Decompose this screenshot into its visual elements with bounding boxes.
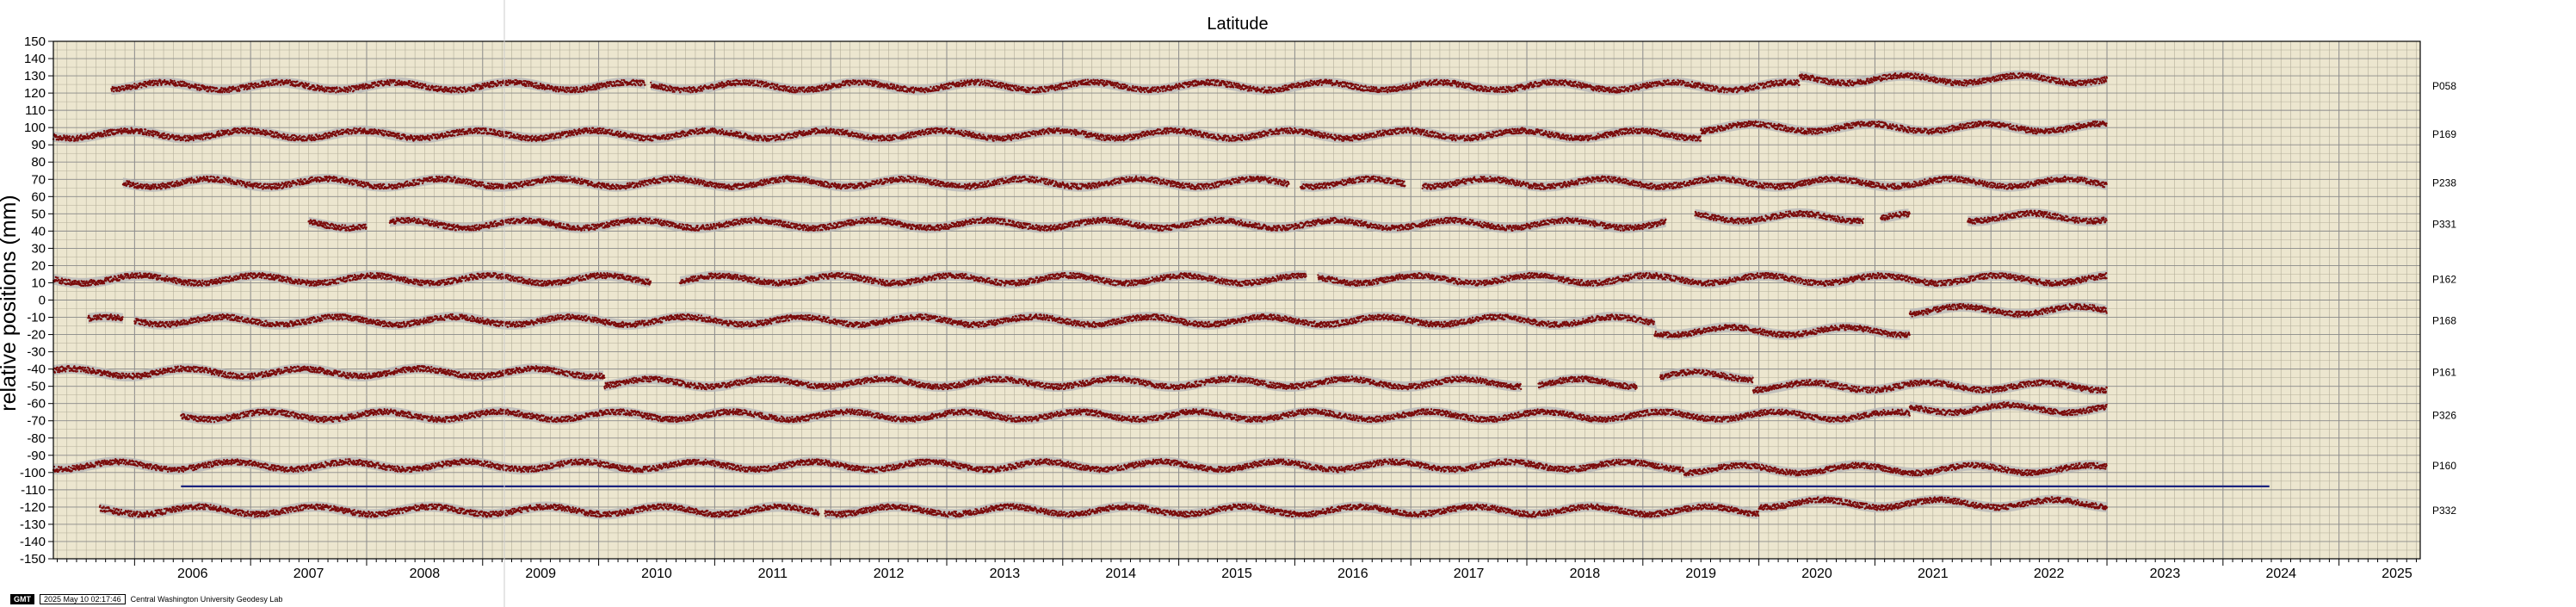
data-point <box>213 90 214 91</box>
data-point <box>308 83 310 84</box>
data-point <box>173 80 175 82</box>
data-point <box>176 84 178 86</box>
data-point <box>150 84 151 86</box>
data-point <box>196 89 198 90</box>
data-point <box>246 85 248 87</box>
data-point <box>289 79 291 81</box>
chart: -150-140-130-120-110-100-90-80-70-60-50-… <box>0 0 2576 607</box>
data-point <box>130 88 132 90</box>
grid-lines <box>53 41 2420 559</box>
data-point <box>394 79 396 81</box>
data-point <box>249 88 250 90</box>
data-point <box>238 90 240 91</box>
data-point <box>409 80 411 82</box>
data-point <box>390 82 392 84</box>
data-point <box>307 84 309 86</box>
data-point <box>224 91 225 93</box>
data-point <box>361 88 363 90</box>
data-point <box>344 90 346 92</box>
data-point <box>333 90 335 92</box>
data-point <box>159 79 161 81</box>
data-point <box>335 91 337 93</box>
data-point <box>398 79 400 81</box>
data-point <box>374 82 376 84</box>
data-point <box>281 79 283 81</box>
data-point <box>228 91 230 93</box>
data-point <box>380 80 382 82</box>
data-point <box>156 80 158 82</box>
data-point <box>209 88 211 90</box>
data-point <box>296 80 298 82</box>
data-point <box>355 89 357 90</box>
data-point <box>198 84 200 85</box>
data-point <box>347 91 349 93</box>
data-point <box>201 88 202 90</box>
data-point <box>350 88 352 90</box>
data-point <box>226 91 228 93</box>
data-point <box>364 88 366 90</box>
data-point <box>133 83 135 84</box>
data-point <box>424 84 426 85</box>
data-point <box>113 90 114 92</box>
data-point <box>120 87 121 89</box>
data-point <box>304 87 306 89</box>
data-point <box>237 85 238 87</box>
data-point <box>270 82 272 84</box>
data-point <box>167 80 169 82</box>
data-point <box>207 90 209 91</box>
data-point <box>378 84 380 86</box>
data-point <box>235 87 237 89</box>
data-point <box>182 81 183 83</box>
data-point <box>411 83 412 84</box>
data-point <box>257 83 259 84</box>
data-point <box>418 87 420 89</box>
data-point <box>422 87 423 89</box>
data-point <box>195 84 197 85</box>
data-point <box>171 80 173 82</box>
data-point <box>149 80 151 82</box>
data-point <box>216 88 218 90</box>
data-point <box>268 81 269 83</box>
data-point <box>122 85 124 87</box>
data-point <box>373 86 374 88</box>
data-point <box>157 84 158 86</box>
data-point <box>158 83 159 84</box>
data-point <box>253 87 255 89</box>
data-point <box>408 84 410 86</box>
data-point <box>287 82 289 84</box>
data-point <box>140 86 142 88</box>
data-point <box>119 90 120 92</box>
data-point <box>348 89 349 90</box>
data-point <box>353 90 355 91</box>
data-point <box>362 84 364 85</box>
data-point <box>349 90 351 91</box>
data-point <box>111 90 113 91</box>
data-point <box>275 79 277 81</box>
data-point <box>265 84 267 86</box>
data-point <box>280 84 281 86</box>
data-point <box>169 84 170 85</box>
data-point <box>188 83 190 84</box>
data-point <box>388 84 390 86</box>
data-point <box>417 82 418 84</box>
data-point <box>337 88 338 90</box>
data-point <box>321 85 323 87</box>
data-point <box>228 90 230 91</box>
data-point <box>325 90 327 92</box>
data-point <box>145 85 147 87</box>
